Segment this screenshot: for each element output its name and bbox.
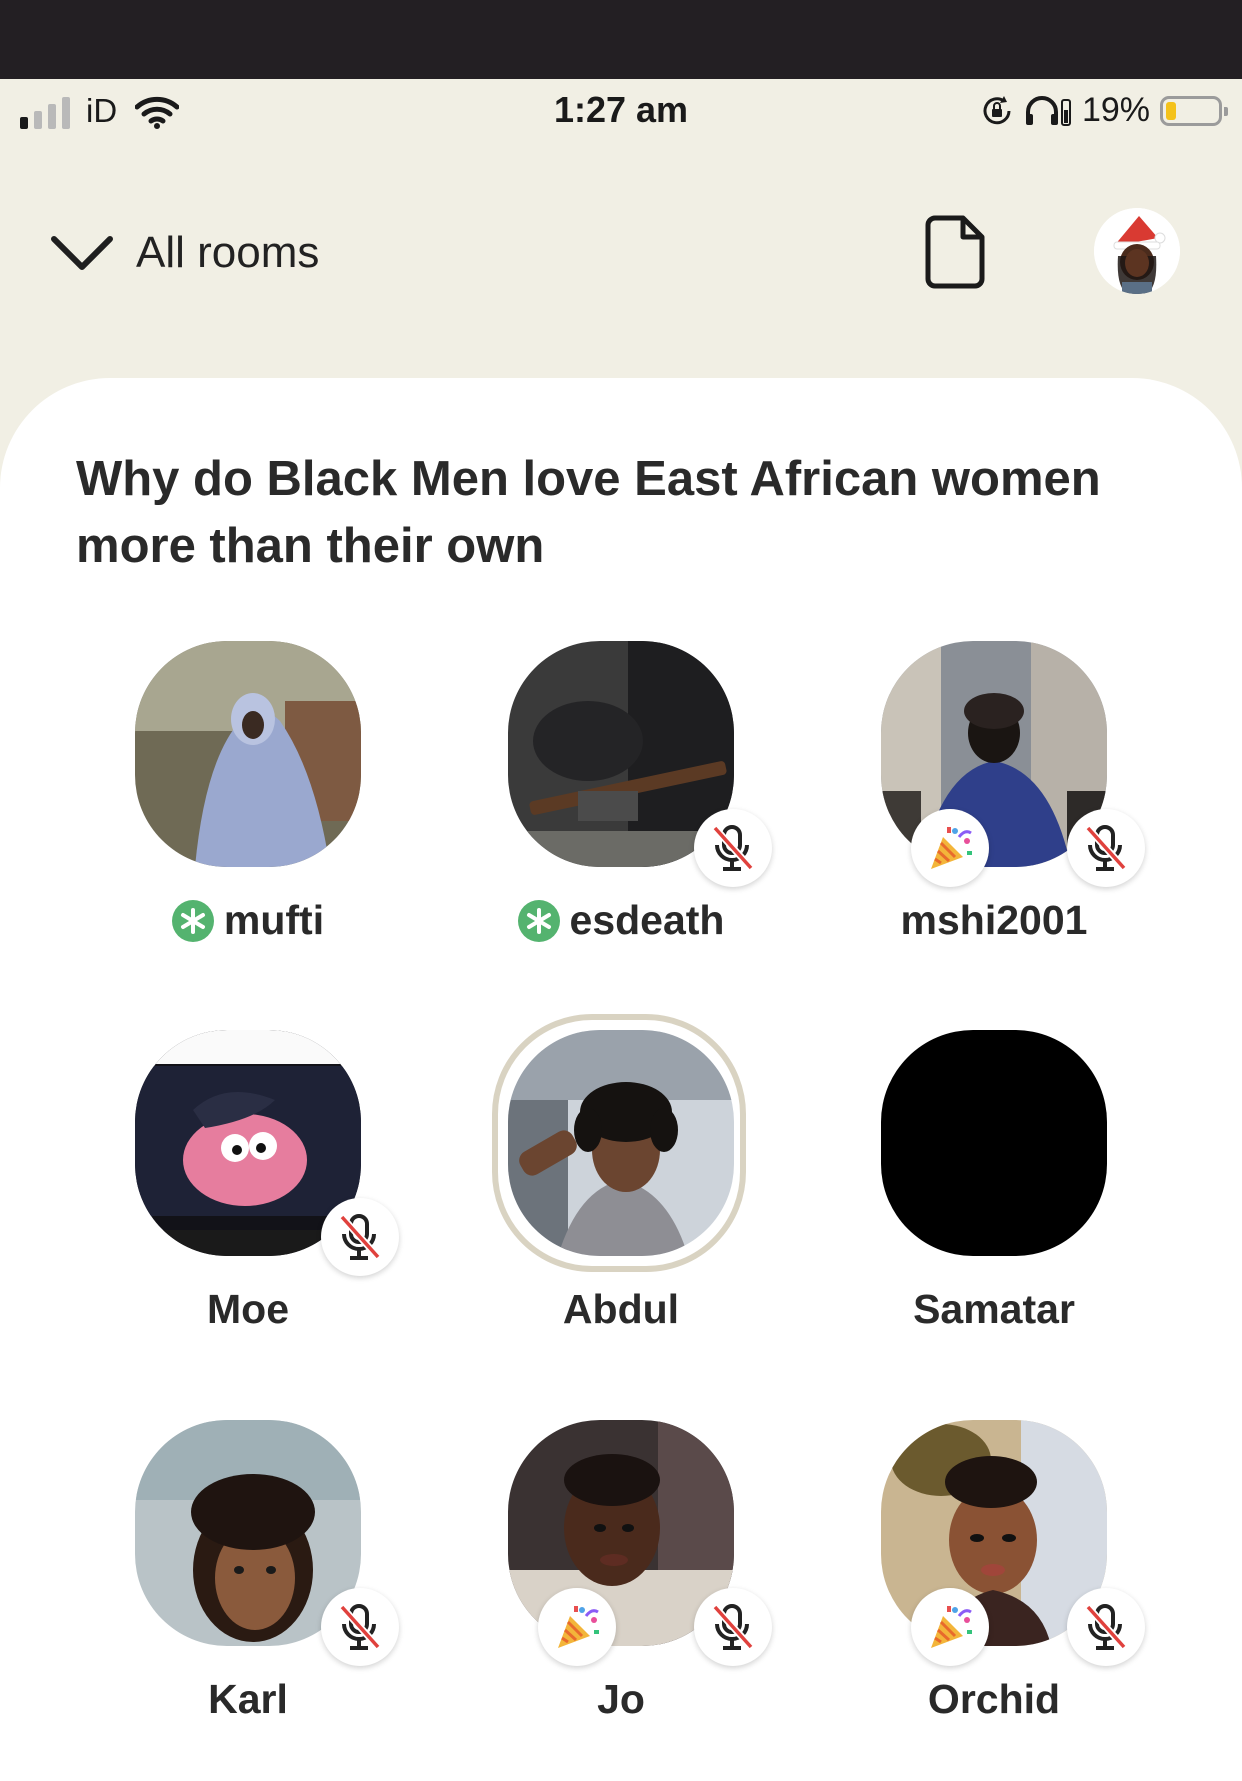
participant-name: Samatar — [913, 1286, 1075, 1332]
muted-badge — [321, 1198, 399, 1276]
top-dark-bar — [0, 0, 1242, 79]
all-rooms-button[interactable]: All rooms — [50, 228, 319, 278]
party-popper-icon — [558, 1606, 599, 1648]
chevron-down-icon — [51, 236, 113, 270]
mic-muted-icon — [339, 1214, 381, 1260]
muted-badge — [1067, 809, 1145, 887]
party-popper-icon — [931, 1606, 972, 1648]
headphones-icon — [1025, 95, 1071, 126]
participant-name-row: esdeath — [456, 897, 786, 944]
participant-name: Jo — [597, 1676, 645, 1722]
profile-avatar[interactable] — [1094, 208, 1180, 294]
participant-name: mufti — [223, 897, 325, 943]
participant-name-row: Jo — [456, 1676, 786, 1723]
status-right: 19% — [980, 91, 1228, 130]
participant-name-row: mufti — [83, 897, 413, 944]
avatar — [135, 641, 361, 867]
muted-badge — [694, 809, 772, 887]
participant-name-row: Samatar — [829, 1286, 1159, 1333]
participant-name: mshi2001 — [900, 897, 1088, 943]
participant-name-row: Abdul — [456, 1286, 786, 1333]
room-title: Why do Black Men love East African women… — [76, 452, 1101, 573]
participant-name-row: Moe — [83, 1286, 413, 1333]
participant-name: esdeath — [569, 897, 725, 943]
mic-muted-icon — [339, 1604, 381, 1650]
document-icon[interactable] — [925, 215, 985, 289]
muted-badge — [1067, 1588, 1145, 1666]
participant-name-row: Orchid — [829, 1676, 1159, 1723]
avatar — [881, 1030, 1107, 1256]
moderator-icon — [517, 899, 560, 942]
moderator-icon — [171, 899, 214, 942]
status-bar: iD 1:27 am 19% — [0, 79, 1242, 143]
participant-name: Orchid — [927, 1676, 1061, 1722]
new-user-badge — [911, 809, 989, 887]
battery-percent: 19% — [1081, 91, 1150, 129]
muted-badge — [321, 1588, 399, 1666]
mic-muted-icon — [1085, 825, 1127, 871]
avatar — [508, 1030, 734, 1256]
room-header: All rooms — [0, 200, 1242, 310]
participant-name-row: Karl — [83, 1676, 413, 1723]
new-user-badge — [911, 1588, 989, 1666]
new-user-badge — [538, 1588, 616, 1666]
mic-muted-icon — [712, 825, 754, 871]
participant-name-row: mshi2001 — [829, 897, 1159, 944]
rotation-lock-icon — [983, 95, 1011, 124]
participant-name: Karl — [208, 1676, 288, 1722]
party-popper-icon — [931, 827, 972, 869]
participant-name: Moe — [207, 1286, 289, 1332]
battery-icon — [1160, 95, 1228, 126]
room-card: Why do Black Men love East African women… — [0, 378, 1242, 1781]
muted-badge — [694, 1588, 772, 1666]
all-rooms-label: All rooms — [136, 228, 320, 277]
mic-muted-icon — [712, 1604, 754, 1650]
participant-name: Abdul — [562, 1286, 680, 1332]
mic-muted-icon — [1085, 1604, 1127, 1650]
